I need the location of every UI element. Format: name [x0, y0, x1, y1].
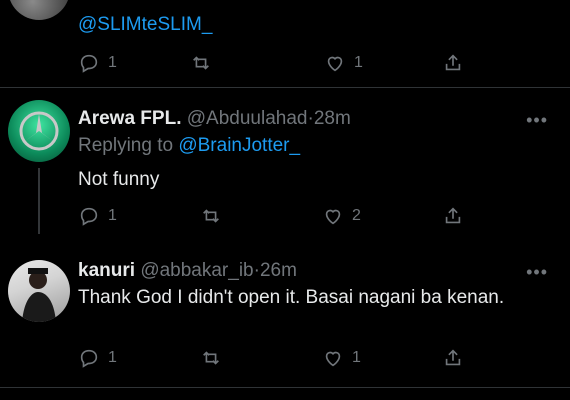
share-button[interactable] — [442, 345, 464, 371]
thread-line — [38, 168, 40, 234]
retweet-icon — [193, 56, 209, 70]
tweet-header: kanuri @abbakar_ib·26m — [78, 260, 297, 282]
replying-to-line: Replying to @BrainJotter_ — [78, 135, 300, 157]
heart-icon — [325, 209, 341, 225]
reply-icon — [80, 349, 98, 368]
retweet-icon — [203, 351, 219, 365]
tweet-text: Not funny — [78, 169, 160, 190]
display-name[interactable]: kanuri — [78, 260, 135, 281]
retweet-icon — [203, 209, 219, 223]
share-icon — [445, 207, 461, 224]
action-bar: 1 2 — [78, 203, 478, 229]
like-button[interactable]: 1 — [322, 345, 361, 371]
avatar[interactable] — [8, 0, 70, 20]
retweet-button[interactable] — [200, 203, 222, 229]
like-button[interactable]: 1 — [324, 50, 363, 76]
retweet-button[interactable] — [200, 345, 222, 371]
like-count: 2 — [352, 207, 361, 224]
heart-icon — [325, 351, 341, 367]
share-icon — [445, 349, 461, 366]
heart-icon — [327, 56, 343, 72]
reply-icon — [80, 207, 98, 226]
tweet-item[interactable]: Arewa FPL. @Abduulahad·28m ••• Replying … — [0, 88, 570, 240]
more-options-icon[interactable]: ••• — [526, 262, 548, 283]
avatar[interactable] — [8, 100, 70, 162]
mercedes-logo-icon — [19, 111, 59, 151]
action-bar: 1 1 — [78, 50, 478, 76]
person-photo-icon — [22, 268, 56, 322]
reply-button[interactable]: 1 — [78, 345, 117, 371]
reply-icon — [80, 54, 98, 73]
retweet-button[interactable] — [190, 50, 212, 76]
tweet-text: Thank God I didn't open it. Basai nagani… — [78, 287, 505, 308]
reply-count: 1 — [108, 207, 117, 224]
timestamp[interactable]: 28m — [314, 108, 351, 129]
like-count: 1 — [352, 349, 361, 366]
user-handle[interactable]: @Abduulahad — [187, 108, 308, 129]
display-name[interactable]: Arewa FPL. — [78, 108, 181, 129]
tweet-header: Arewa FPL. @Abduulahad·28m — [78, 108, 351, 130]
divider — [0, 387, 570, 388]
action-bar: 1 1 — [78, 345, 478, 371]
like-button[interactable]: 2 — [322, 203, 361, 229]
mention-link[interactable]: @SLIMteSLIM_ — [78, 14, 212, 35]
share-button[interactable] — [442, 203, 464, 229]
top-tweet-partial: @SLIMteSLIM_ 1 1 — [0, 0, 570, 85]
more-options-icon[interactable]: ••• — [526, 110, 548, 131]
avatar[interactable] — [8, 260, 70, 322]
share-button[interactable] — [442, 50, 464, 76]
reply-button[interactable]: 1 — [78, 50, 117, 76]
user-handle[interactable]: @abbakar_ib — [140, 260, 253, 281]
mention-line: @SLIMteSLIM_ — [78, 14, 212, 36]
reply-button[interactable]: 1 — [78, 203, 117, 229]
reply-count: 1 — [108, 349, 117, 366]
tweet-item[interactable]: kanuri @abbakar_ib·26m ••• Thank God I d… — [0, 240, 570, 388]
share-icon — [445, 54, 461, 71]
replying-to-link[interactable]: @BrainJotter_ — [178, 135, 300, 156]
reply-count: 1 — [108, 54, 117, 71]
timestamp[interactable]: 26m — [260, 260, 297, 281]
like-count: 1 — [354, 54, 363, 71]
replying-to-label: Replying to — [78, 135, 174, 156]
